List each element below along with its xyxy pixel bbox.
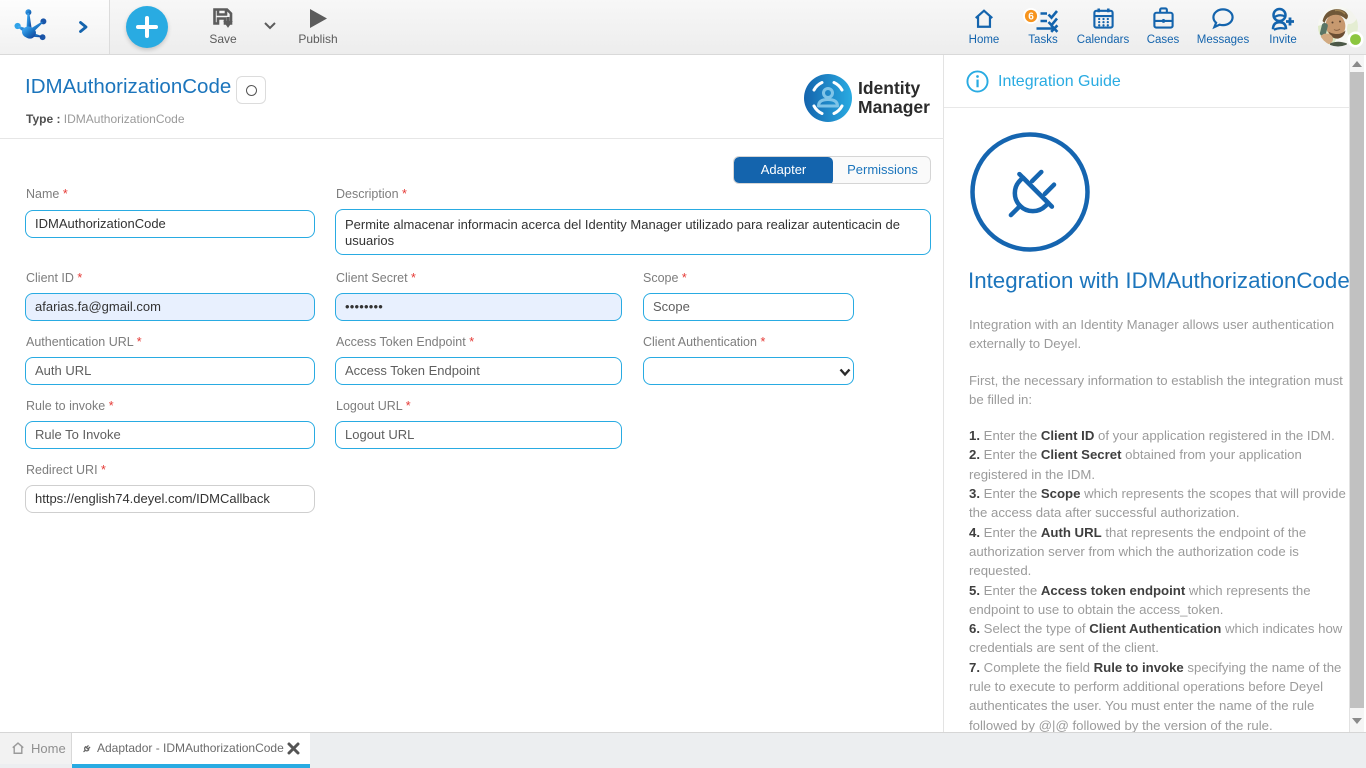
svg-text:6: 6 (1028, 12, 1034, 23)
